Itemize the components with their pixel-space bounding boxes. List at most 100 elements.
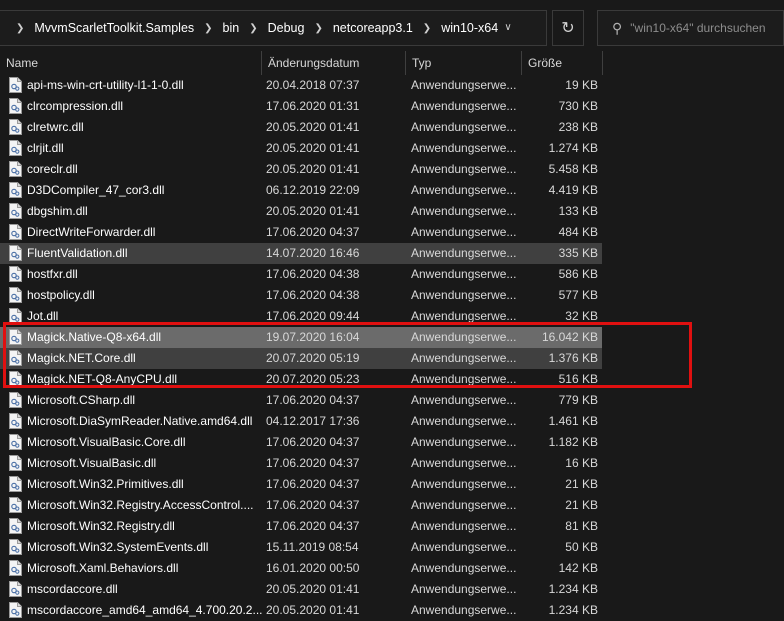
file-name: Microsoft.Win32.Registry.AccessControl..… <box>27 498 254 512</box>
list-item[interactable]: Microsoft.VisualBasic.dll 17.06.2020 04:3… <box>0 453 602 474</box>
file-type: Anwendungserwe... <box>411 456 517 470</box>
chevron-right-icon[interactable]: ❯ <box>204 23 212 34</box>
dll-file-icon <box>9 98 22 114</box>
file-name: coreclr.dll <box>27 162 78 176</box>
list-item[interactable]: dbgshim.dll 20.05.2020 01:41 Anwendungserw… <box>0 201 602 222</box>
file-date: 19.07.2020 16:04 <box>266 330 360 344</box>
dll-file-icon <box>9 392 22 408</box>
file-name: api-ms-win-crt-utility-l1-1-0.dll <box>27 78 184 92</box>
list-item[interactable]: clrjit.dll 20.05.2020 01:41 Anwendungserwe… <box>0 138 602 159</box>
list-item[interactable]: Microsoft.Win32.SystemEvents.dll 15.11.20… <box>0 537 602 558</box>
list-item[interactable]: DirectWriteForwarder.dll 17.06.2020 04:37… <box>0 222 602 243</box>
list-item[interactable]: clrcompression.dll 17.06.2020 01:31 Anwend… <box>0 96 602 117</box>
dll-file-icon <box>9 245 22 261</box>
file-size: 335 KB <box>558 246 598 260</box>
file-name: D3DCompiler_47_cor3.dll <box>27 183 165 197</box>
file-date: 17.06.2020 04:37 <box>266 225 360 239</box>
file-type: Anwendungserwe... <box>411 540 517 554</box>
list-item[interactable]: FluentValidation.dll 14.07.2020 16:46 Anwe… <box>0 243 602 264</box>
list-item[interactable]: D3DCompiler_47_cor3.dll 06.12.2019 22:09 A… <box>0 180 602 201</box>
list-item[interactable]: Microsoft.Win32.Registry.dll 17.06.2020 0… <box>0 516 602 537</box>
file-size: 50 KB <box>565 540 598 554</box>
list-item[interactable]: Microsoft.Win32.Primitives.dll 17.06.2020… <box>0 474 602 495</box>
file-size: 1.182 KB <box>548 435 598 449</box>
list-item[interactable]: mscordaccore.dll 20.05.2020 01:41 Anwendun… <box>0 579 602 600</box>
list-item[interactable]: Magick.Native-Q8-x64.dll 19.07.2020 16:04… <box>0 327 602 348</box>
breadcrumb-item-win10-x64[interactable]: win10-x64 <box>441 21 498 35</box>
file-size: 16.042 KB <box>541 330 598 344</box>
file-date: 20.04.2018 07:37 <box>266 78 360 92</box>
file-size: 19 KB <box>565 78 598 92</box>
file-date: 17.06.2020 04:37 <box>266 456 360 470</box>
column-header-date[interactable]: Änderungsdatum <box>262 51 405 75</box>
file-size: 133 KB <box>558 204 598 218</box>
list-item[interactable]: clretwrc.dll 20.05.2020 01:41 Anwendungser… <box>0 117 602 138</box>
file-name: Microsoft.VisualBasic.dll <box>27 456 157 470</box>
file-name: Microsoft.CSharp.dll <box>27 393 136 407</box>
file-date: 17.06.2020 04:38 <box>266 288 360 302</box>
file-size: 21 KB <box>565 477 598 491</box>
file-size: 586 KB <box>558 267 598 281</box>
column-header-type[interactable]: Typ <box>406 51 522 75</box>
file-type: Anwendungserwe... <box>411 330 517 344</box>
file-name: Microsoft.Win32.SystemEvents.dll <box>27 540 209 554</box>
breadcrumb-item-bin[interactable]: bin <box>223 21 240 35</box>
column-header-size[interactable]: Größe <box>522 51 602 75</box>
dll-file-icon <box>9 182 22 198</box>
file-type: Anwendungserwe... <box>411 498 517 512</box>
dll-file-icon <box>9 434 22 450</box>
dll-file-icon <box>9 287 22 303</box>
list-item[interactable]: Microsoft.Xaml.Behaviors.dll 16.01.2020 0… <box>0 558 602 579</box>
file-type: Anwendungserwe... <box>411 267 517 281</box>
file-type: Anwendungserwe... <box>411 141 517 155</box>
file-type: Anwendungserwe... <box>411 519 517 533</box>
search-placeholder: "win10-x64" durchsuchen <box>630 21 766 35</box>
list-item[interactable]: hostfxr.dll 17.06.2020 04:38 Anwendungserw… <box>0 264 602 285</box>
dll-file-icon <box>9 455 22 471</box>
breadcrumb-item-netcoreapp[interactable]: netcoreapp3.1 <box>333 21 413 35</box>
breadcrumb-item-debug[interactable]: Debug <box>268 21 305 35</box>
list-item[interactable]: Microsoft.Win32.Registry.AccessControl..… <box>0 495 602 516</box>
dll-file-icon <box>9 539 22 555</box>
chevron-right-icon[interactable]: ❯ <box>249 23 257 34</box>
dll-file-icon <box>9 413 22 429</box>
dll-file-icon <box>9 602 22 618</box>
address-bar[interactable]: ❯ MvvmScarletToolkit.Samples ❯ bin ❯ Deb… <box>0 10 547 46</box>
chevron-right-icon[interactable]: ❯ <box>423 23 431 34</box>
column-header: Name Änderungsdatum Typ Größe <box>0 51 784 75</box>
file-name: hostpolicy.dll <box>27 288 95 302</box>
file-name: DirectWriteForwarder.dll <box>27 225 156 239</box>
file-date: 17.06.2020 04:37 <box>266 393 360 407</box>
file-date: 17.06.2020 04:37 <box>266 477 360 491</box>
list-item[interactable]: Jot.dll 17.06.2020 09:44 Anwendungserwe...… <box>0 306 602 327</box>
list-item[interactable]: api-ms-win-crt-utility-l1-1-0.dll 20.04.2… <box>0 75 602 96</box>
breadcrumb-item-samples[interactable]: MvvmScarletToolkit.Samples <box>34 21 194 35</box>
list-item[interactable]: hostpolicy.dll 17.06.2020 04:38 Anwendungs… <box>0 285 602 306</box>
refresh-icon[interactable]: ↻ <box>552 10 584 46</box>
list-item[interactable]: Microsoft.CSharp.dll 17.06.2020 04:37 Anwe… <box>0 390 602 411</box>
file-type: Anwendungserwe... <box>411 225 517 239</box>
file-date: 06.12.2019 22:09 <box>266 183 360 197</box>
chevron-right-icon[interactable]: ❯ <box>16 23 24 34</box>
file-name: FluentValidation.dll <box>27 246 128 260</box>
file-type: Anwendungserwe... <box>411 372 517 386</box>
file-size: 779 KB <box>558 393 598 407</box>
search-input[interactable]: ⚲ "win10-x64" durchsuchen <box>597 10 784 46</box>
column-header-name[interactable]: Name <box>0 51 262 75</box>
dll-file-icon <box>9 161 22 177</box>
list-item[interactable]: Microsoft.VisualBasic.Core.dll 17.06.2020… <box>0 432 602 453</box>
file-size: 730 KB <box>558 99 598 113</box>
file-date: 20.05.2020 01:41 <box>266 204 360 218</box>
list-item[interactable]: Magick.NET.Core.dll 20.07.2020 05:19 Anwen… <box>0 348 602 369</box>
file-name: clretwrc.dll <box>27 120 84 134</box>
list-item[interactable]: coreclr.dll 20.05.2020 01:41 Anwendungserw… <box>0 159 602 180</box>
file-date: 15.11.2019 08:54 <box>266 540 359 554</box>
chevron-right-icon[interactable]: ❯ <box>314 23 322 34</box>
chevron-down-icon[interactable]: ∨ <box>500 10 516 44</box>
file-type: Anwendungserwe... <box>411 288 517 302</box>
file-size: 1.376 KB <box>548 351 598 365</box>
list-item[interactable]: Magick.NET-Q8-AnyCPU.dll 20.07.2020 05:23… <box>0 369 602 390</box>
file-type: Anwendungserwe... <box>411 414 517 428</box>
list-item[interactable]: Microsoft.DiaSymReader.Native.amd64.dll 0… <box>0 411 602 432</box>
dll-file-icon <box>9 329 22 345</box>
